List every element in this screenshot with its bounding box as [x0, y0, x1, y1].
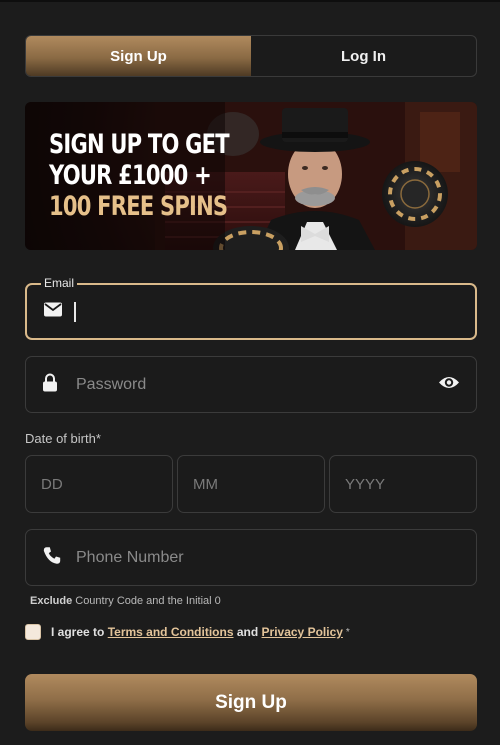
- promo-banner: SIGN UP TO GET YOUR £1000 + 100 FREE SPI…: [25, 102, 477, 250]
- promo-headline: SIGN UP TO GET YOUR £1000 + 100 FREE SPI…: [49, 129, 230, 222]
- agree-prefix: I agree to: [51, 625, 105, 639]
- phone-hint-emphasis: Exclude: [30, 595, 73, 607]
- password-field: [25, 356, 477, 413]
- privacy-link[interactable]: Privacy Policy: [262, 625, 343, 639]
- required-mark: *: [345, 626, 350, 638]
- dob-year-input[interactable]: [330, 456, 476, 512]
- top-border: [0, 0, 500, 2]
- phone-hint-text: Country Code and the Initial 0: [72, 595, 221, 607]
- password-input[interactable]: [76, 357, 416, 412]
- agree-and: and: [236, 625, 259, 639]
- sign-up-button[interactable]: Sign Up: [25, 674, 477, 731]
- promo-line-3: 100 FREE SPINS: [49, 191, 228, 222]
- dob-month-input[interactable]: [178, 456, 324, 512]
- phone-icon: [43, 546, 61, 569]
- email-input[interactable]: [77, 285, 417, 338]
- eye-icon[interactable]: [438, 374, 460, 395]
- terms-agreement: I agree to Terms and Conditions and Priv…: [25, 624, 350, 640]
- tab-log-in[interactable]: Log In: [251, 36, 476, 76]
- auth-tabs: Sign Up Log In: [25, 35, 477, 77]
- terms-checkbox[interactable]: [25, 624, 41, 640]
- phone-hint: Exclude Country Code and the Initial 0: [30, 595, 221, 607]
- tab-sign-up[interactable]: Sign Up: [26, 36, 251, 76]
- dob-label: Date of birth*: [25, 431, 101, 446]
- terms-link[interactable]: Terms and Conditions: [108, 625, 234, 639]
- promo-line-1: SIGN UP TO GET: [49, 129, 230, 160]
- dob-day-input[interactable]: [26, 456, 172, 512]
- email-label: Email: [41, 276, 78, 290]
- dob-month-field: [177, 455, 325, 513]
- dob-year-field: [329, 455, 477, 513]
- dob-day-field: [25, 455, 173, 513]
- email-field: Email: [25, 276, 477, 340]
- phone-input[interactable]: [76, 530, 416, 585]
- phone-field: [25, 529, 477, 586]
- lock-icon: [43, 373, 57, 396]
- promo-line-2: YOUR £1000 +: [49, 160, 212, 191]
- text-caret: [74, 302, 76, 322]
- envelope-icon: [44, 302, 62, 321]
